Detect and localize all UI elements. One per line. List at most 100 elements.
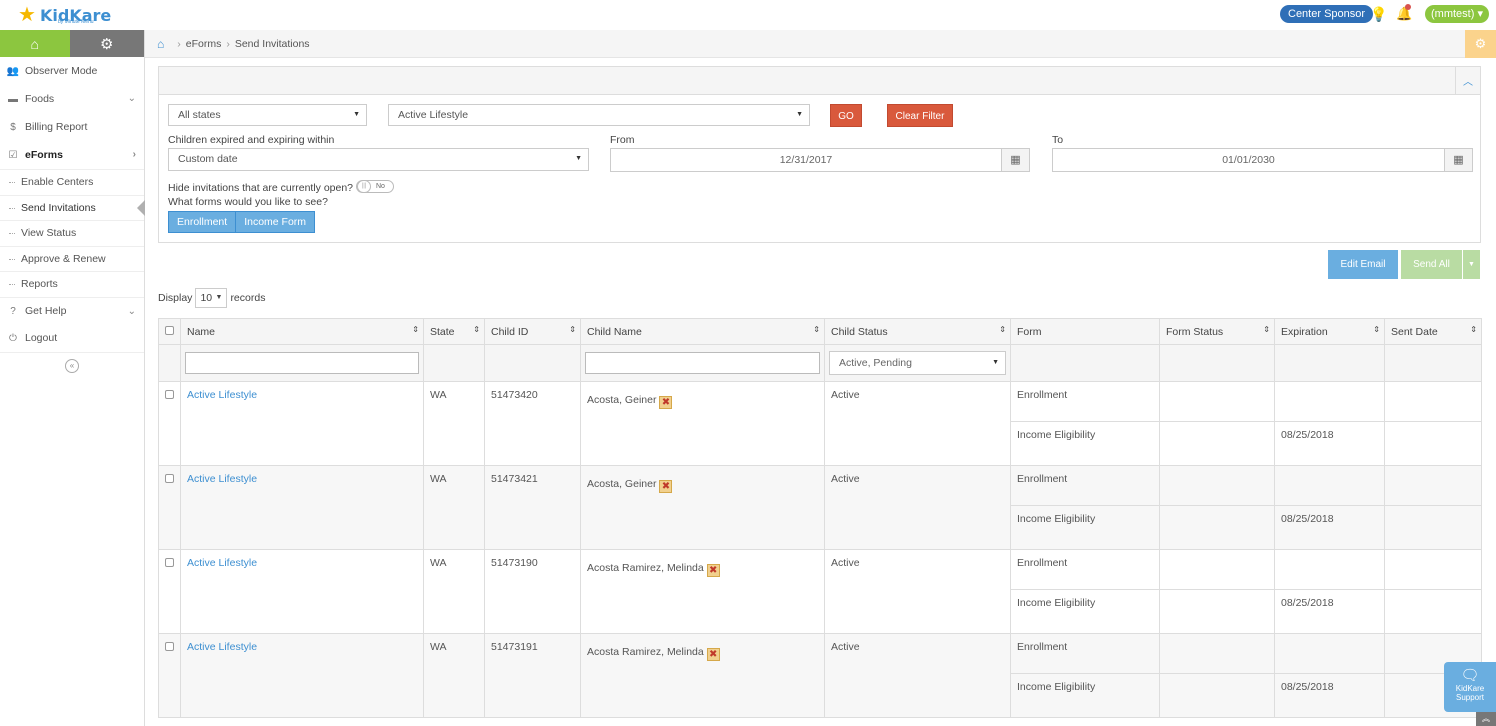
state-select[interactable]: All states ▼ — [168, 104, 367, 126]
row-checkbox[interactable] — [165, 474, 174, 483]
food-icon: ▬ — [8, 93, 18, 105]
sent-date-cell — [1384, 589, 1482, 634]
sent-date-cell — [1384, 549, 1482, 590]
row-checkbox[interactable] — [165, 642, 174, 651]
lightbulb-icon[interactable]: 💡 — [1370, 5, 1387, 23]
child-status-filter-select[interactable]: Active, Pending ▼ — [829, 351, 1006, 375]
from-calendar-icon[interactable]: ▦ — [1001, 148, 1030, 172]
table-header-row: Name ⇕ State ⇕ Child ID ⇕ Child Name ⇕ Child… — [158, 318, 1482, 345]
remove-child-icon[interactable]: ✖ — [659, 480, 673, 493]
sidebar-item-logout[interactable]: ⏻ Logout — [0, 325, 144, 353]
chevron-down-icon: ⌄ — [127, 305, 136, 317]
sent-date-cell — [1384, 465, 1482, 506]
forms-label: What forms would you like to see? — [168, 196, 328, 208]
breadcrumb-eforms[interactable]: eForms — [186, 38, 222, 50]
child-status-cell: Active — [824, 549, 1011, 634]
row-checkbox[interactable] — [165, 390, 174, 399]
sort-icon: ⇕ — [1470, 325, 1477, 334]
sidebar-subitem-approve-renew[interactable]: Approve & Renew — [0, 245, 144, 272]
sidebar-item-foods[interactable]: ▬ Foods ⌄ — [0, 85, 144, 113]
state-cell: WA — [423, 633, 485, 718]
form-status-cell — [1159, 633, 1275, 674]
send-all-dropdown-button[interactable]: ▼ — [1463, 250, 1480, 279]
column-header-expiration[interactable]: Expiration ⇕ — [1274, 318, 1385, 345]
sidebar-item-observer-mode[interactable]: 👥 Observer Mode — [0, 57, 144, 85]
collapse-sidebar-icon[interactable]: « — [65, 358, 79, 373]
filter-panel-header: ︿ — [159, 67, 1480, 95]
enrollment-form-toggle[interactable]: Enrollment — [169, 212, 236, 232]
page-length-control: Display 10 ▼ records — [158, 288, 265, 308]
center-name-link[interactable]: Active Lifestyle — [187, 641, 257, 653]
to-date-input[interactable]: 01/01/2030 — [1052, 148, 1445, 172]
table-row: Active Lifestyle WA 51473420 Acosta, Geiner… — [158, 381, 1482, 466]
remove-child-icon[interactable]: ✖ — [659, 396, 673, 409]
send-all-button[interactable]: Send All — [1401, 250, 1462, 279]
breadcrumb-send-invitations: Send Invitations — [234, 37, 310, 50]
sidebar-item-billing-report[interactable]: $ Billing Report — [0, 113, 144, 141]
column-header-child-name[interactable]: Child Name ⇕ — [580, 318, 825, 345]
form-status-cell — [1159, 549, 1275, 590]
hide-invitations-toggle[interactable]: ||| No — [356, 180, 394, 193]
filter-row: Active, Pending ▼ — [158, 344, 1482, 382]
child-name-cell: Acosta, Geiner ✖ — [580, 465, 825, 550]
center-name-link[interactable]: Active Lifestyle — [187, 473, 257, 485]
form-status-cell — [1159, 589, 1275, 634]
column-header-sent-date[interactable]: Sent Date ⇕ — [1384, 318, 1482, 345]
row-checkbox[interactable] — [165, 558, 174, 567]
sent-date-cell — [1384, 421, 1482, 466]
to-calendar-icon[interactable]: ▦ — [1444, 148, 1473, 172]
scroll-to-top-button[interactable]: ︽ — [1476, 712, 1496, 726]
column-header-child-status[interactable]: Child Status ⇕ — [824, 318, 1011, 345]
expiration-cell: 08/25/2018 — [1274, 421, 1385, 466]
filter-cell — [1010, 344, 1160, 382]
help-icon: ? — [10, 305, 16, 317]
expiring-select[interactable]: Custom date ▼ — [168, 148, 589, 171]
sidebar: ⌂ ⚙ 👥 Observer Mode ▬ Foods ⌄ $ Billing … — [0, 30, 145, 726]
go-button[interactable]: GO — [830, 104, 862, 127]
home-tab[interactable]: ⌂ — [0, 30, 70, 57]
sidebar-subitem-send-invitations[interactable]: Send Invitations — [0, 194, 145, 221]
sidebar-subitem-view-status[interactable]: View Status — [0, 220, 144, 246]
clear-filter-button[interactable]: Clear Filter — [887, 104, 953, 127]
edit-email-button[interactable]: Edit Email — [1328, 250, 1398, 279]
row-select-cell — [158, 465, 181, 550]
income-form-toggle[interactable]: Income Form — [235, 212, 315, 232]
sidebar-subitem-enable-centers[interactable]: Enable Centers — [0, 169, 144, 195]
filter-cell — [484, 344, 581, 382]
expiration-cell — [1274, 465, 1385, 506]
sort-icon: ⇕ — [412, 325, 419, 334]
form-status-cell — [1159, 381, 1275, 422]
column-header-form-status[interactable]: Form Status ⇕ — [1159, 318, 1275, 345]
center-select[interactable]: Active Lifestyle ▼ — [388, 104, 810, 126]
name-filter-input[interactable] — [185, 352, 419, 374]
sidebar-item-eforms[interactable]: ☑ eForms › — [0, 141, 144, 169]
chevron-up-icon: ︿ — [1463, 77, 1473, 88]
center-name-link[interactable]: Active Lifestyle — [187, 557, 257, 569]
collapse-panel-button[interactable]: ︿ — [1455, 67, 1480, 94]
select-all-checkbox[interactable] — [165, 325, 174, 335]
home-icon[interactable]: ⌂ — [157, 37, 164, 51]
sidebar-item-get-help[interactable]: ? Get Help ⌄ — [0, 296, 144, 325]
child-name-filter-input[interactable] — [585, 352, 820, 374]
settings-tab[interactable]: ⚙ — [69, 30, 144, 57]
remove-child-icon[interactable]: ✖ — [706, 648, 720, 661]
column-header-name[interactable]: Name ⇕ — [180, 318, 424, 345]
column-header-form: Form — [1010, 318, 1160, 345]
from-label: From — [610, 134, 635, 146]
from-date-input[interactable]: 12/31/2017 — [610, 148, 1002, 172]
remove-child-icon[interactable]: ✖ — [706, 564, 720, 577]
page-length-select[interactable]: 10 ▼ — [195, 288, 228, 308]
column-header-state[interactable]: State ⇕ — [423, 318, 485, 345]
form-cell: Enrollment — [1010, 381, 1160, 422]
child-id-cell: 51473420 — [484, 381, 581, 466]
column-header-child-id[interactable]: Child ID ⇕ — [484, 318, 581, 345]
form-cell: Income Eligibility — [1010, 505, 1160, 550]
center-sponsor-button[interactable]: Center Sponsor — [1280, 5, 1374, 23]
sidebar-subitem-reports[interactable]: Reports — [0, 271, 144, 297]
center-name-link[interactable]: Active Lifestyle — [187, 389, 257, 401]
kidkare-support-button[interactable]: 🗨 KidKare Support — [1444, 662, 1496, 712]
page-settings-button[interactable]: ⚙ — [1465, 30, 1496, 58]
logo-subtitle: by Minute Menu — [58, 19, 94, 25]
user-menu-button[interactable]: (mmtest) ▾ — [1425, 5, 1489, 23]
power-icon: ⏻ — [9, 332, 17, 344]
